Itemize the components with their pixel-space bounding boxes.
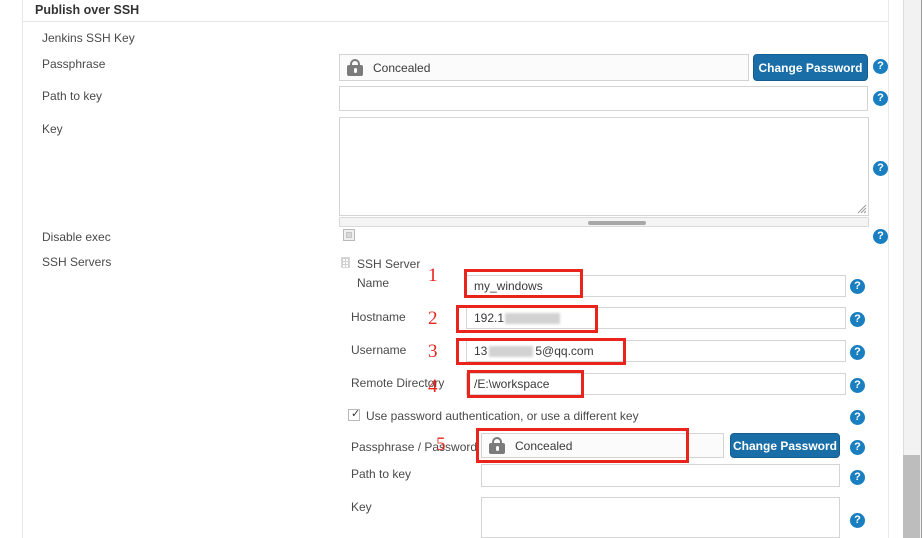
username-value-prefix: 13	[474, 344, 488, 358]
annotation-number-2: 2	[428, 308, 438, 329]
help-icon-path-to-key[interactable]: ?	[873, 91, 888, 106]
label-hostname: Hostname	[351, 310, 406, 324]
ssh-server-path-to-key-input[interactable]	[481, 464, 840, 487]
publish-over-ssh-screen: Publish over SSH Jenkins SSH Key Passphr…	[0, 0, 924, 538]
label-ssh-server-path-to-key: Path to key	[351, 467, 412, 481]
username-redacted-block	[489, 345, 534, 357]
page-left-gutter	[0, 0, 23, 538]
checkbox-inner-square	[346, 232, 352, 238]
label-use-password-auth: Use password authentication, or use a di…	[366, 409, 639, 423]
label-username: Username	[351, 343, 407, 357]
passphrase-password-field[interactable]: Concealed	[481, 433, 724, 458]
remote-directory-input[interactable]: /E:\workspace	[466, 373, 846, 395]
label-ssh-server-name: Name	[357, 276, 390, 290]
label-ssh-server-key: Key	[351, 500, 372, 514]
key-textarea[interactable]	[339, 117, 869, 216]
ssh-server-key-textarea[interactable]	[481, 497, 840, 538]
label-passphrase-password: Passphrase / Password	[351, 440, 478, 454]
passphrase-value: Concealed	[373, 60, 431, 75]
use-password-auth-checkbox[interactable]: ✓	[348, 409, 360, 421]
remote-directory-value: /E:\workspace	[474, 377, 550, 391]
annotation-number-3: 3	[428, 341, 438, 362]
help-icon-disable-exec[interactable]: ?	[873, 229, 888, 244]
label-path-to-key: Path to key	[42, 89, 103, 103]
help-icon-passphrase-password[interactable]: ?	[850, 440, 865, 455]
ssh-server-name-input[interactable]: my_windows	[466, 275, 846, 297]
change-password-button-ssh-server[interactable]: Change Password	[730, 433, 840, 458]
key-textarea-horizontal-scrollbar[interactable]	[339, 217, 869, 227]
key-textarea-scroll-thumb[interactable]	[588, 221, 646, 225]
help-icon-ssh-server-key[interactable]: ?	[850, 513, 865, 528]
label-disable-exec: Disable exec	[42, 230, 111, 244]
help-icon-remote-directory[interactable]: ?	[850, 378, 865, 393]
hostname-input[interactable]: 192.1	[466, 307, 846, 329]
label-key: Key	[42, 122, 63, 136]
passphrase-field[interactable]: Concealed	[339, 54, 749, 81]
page-scrollbar-thumb[interactable]	[903, 455, 920, 538]
lock-icon	[489, 437, 505, 454]
ssh-server-name-value: my_windows	[474, 279, 543, 293]
ssh-server-block-title: SSH Server	[357, 257, 421, 271]
username-input[interactable]: 13 5@qq.com	[466, 340, 846, 362]
label-ssh-servers: SSH Servers	[42, 255, 112, 269]
lock-icon	[347, 59, 363, 76]
label-remote-directory: Remote Directory	[351, 376, 445, 390]
username-value-suffix: 5@qq.com	[535, 344, 594, 358]
hostname-value: 192.1	[474, 311, 505, 325]
checkmark-icon: ✓	[351, 408, 361, 420]
label-passphrase: Passphrase	[42, 57, 106, 71]
annotation-number-1: 1	[428, 265, 438, 286]
change-password-button-jenkins-key[interactable]: Change Password	[753, 54, 868, 81]
path-to-key-input[interactable]	[339, 86, 868, 111]
hostname-redacted-block	[505, 312, 561, 324]
help-icon-ssh-server-name[interactable]: ?	[850, 279, 865, 294]
help-icon-ssh-server-path-to-key[interactable]: ?	[850, 470, 865, 485]
group-label-jenkins-ssh-key: Jenkins SSH Key	[42, 31, 135, 45]
help-icon-passphrase[interactable]: ?	[873, 59, 888, 74]
help-icon-username[interactable]: ?	[850, 345, 865, 360]
drag-handle-icon[interactable]	[341, 257, 350, 268]
resize-grip-icon[interactable]	[855, 202, 867, 214]
help-icon-key[interactable]: ?	[873, 161, 888, 176]
disable-exec-checkbox[interactable]	[343, 229, 355, 241]
section-title-publish-over-ssh: Publish over SSH	[23, 0, 888, 22]
help-icon-hostname[interactable]: ?	[850, 312, 865, 327]
help-icon-use-password-auth[interactable]: ?	[850, 410, 865, 425]
passphrase-password-value: Concealed	[515, 438, 573, 453]
